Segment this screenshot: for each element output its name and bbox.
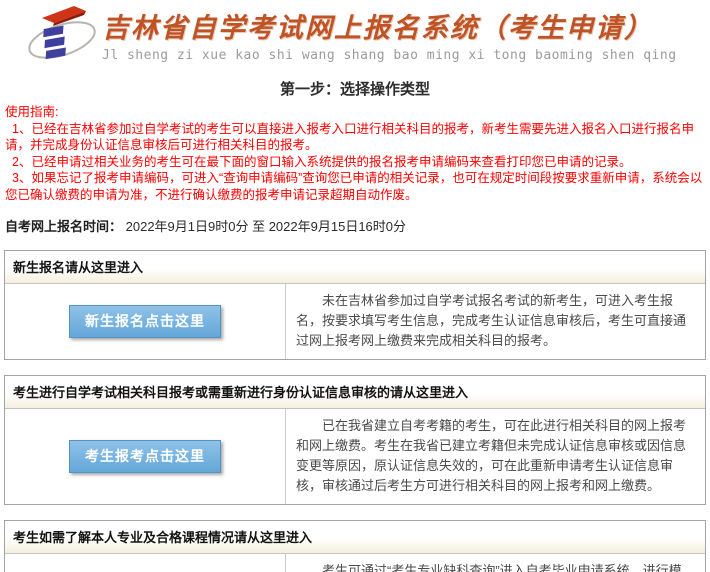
section-new-student-description: 未在吉林省参加过自学考试报名考试的新考生，可进入考生报名，按要求填写考生信息，完… <box>296 291 693 351</box>
registration-time: 自考网上报名时间： 2022年9月1日9时0分 至 2022年9月15日16时0… <box>0 216 710 235</box>
usage-guide: 使用指南: 1、已经在吉林省参加过自学考试的考生可以直接进入报考入口进行相关科目… <box>0 104 710 203</box>
section-new-student: 新生报名请从这里进入 新生报名点击这里 未在吉林省参加过自学考试报名考试的新考生… <box>4 250 706 360</box>
section-candidate-exam-button-cell: 考生报考点击这里 <box>5 409 286 504</box>
section-new-student-button-cell: 新生报名点击这里 <box>5 284 286 359</box>
jilin-zikao-logo-icon <box>24 2 100 70</box>
page: 吉林省自学考试网上报名系统（考生申请） Jl sheng zi xue kao … <box>0 0 710 572</box>
site-title-pinyin: Jl sheng zi xue kao shi wang shang bao m… <box>102 48 677 63</box>
site-title: 吉林省自学考试网上报名系统（考生申请） <box>102 6 677 45</box>
candidate-exam-register-button[interactable]: 考生报考点击这里 <box>69 440 221 473</box>
header: 吉林省自学考试网上报名系统（考生申请） Jl sheng zi xue kao … <box>0 0 710 70</box>
section-queries: 考生如需了解本人专业及合格课程情况请从这里进入 考生专业缺科查询 考生可通过“考… <box>4 520 706 572</box>
section-candidate-exam-description-cell: 已在我省建立自考考籍的考生，可在此进行相关科目的网上报考和网上缴费。考生在我省已… <box>286 409 705 504</box>
usage-guide-item: 2、已经申请过相关业务的考生可在最下面的窗口输入系统提供的报名报考申请编码来查看… <box>5 154 705 171</box>
usage-guide-heading: 使用指南: <box>5 104 705 121</box>
query-missing-subjects-description-cell: 考生可通过“考生专业缺科查询”进入自考毕业申请系统，进行模拟毕业申请来了解所学专… <box>286 554 705 572</box>
section-candidate-exam-heading: 考生进行自学考试相关科目报考或需重新进行身份认证信息审核的请从这里进入 <box>5 376 705 409</box>
section-new-student-description-cell: 未在吉林省参加过自学考试报名考试的新考生，可进入考生报名，按要求填写考生信息，完… <box>286 284 705 359</box>
query-missing-subjects-description: 考生可通过“考生专业缺科查询”进入自考毕业申请系统，进行模拟毕业申请来了解所学专… <box>296 561 693 572</box>
query-row-missing-subjects: 考生专业缺科查询 考生可通过“考生专业缺科查询”进入自考毕业申请系统，进行模拟毕… <box>5 554 705 572</box>
step-title: 第一步：选择操作类型 <box>0 78 710 99</box>
section-candidate-exam: 考生进行自学考试相关科目报考或需重新进行身份认证信息审核的请从这里进入 考生报考… <box>4 375 706 505</box>
site-titles: 吉林省自学考试网上报名系统（考生申请） Jl sheng zi xue kao … <box>102 6 677 63</box>
usage-guide-item: 3、如果忘记了报考申请编码，可进入“查询申请编码”查询您已申请的相关记录，也可在… <box>5 170 705 203</box>
query-missing-subjects-cell: 考生专业缺科查询 <box>5 554 286 572</box>
section-candidate-exam-description: 已在我省建立自考考籍的考生，可在此进行相关科目的网上报考和网上缴费。考生在我省已… <box>296 416 693 496</box>
new-student-register-button[interactable]: 新生报名点击这里 <box>69 305 221 338</box>
section-new-student-heading: 新生报名请从这里进入 <box>5 251 705 284</box>
registration-time-label: 自考网上报名时间： <box>5 219 122 234</box>
usage-guide-item: 1、已经在吉林省参加过自学考试的考生可以直接进入报考入口进行相关科目的报考，新考… <box>5 121 705 154</box>
registration-time-value: 2022年9月1日9时0分 至 2022年9月15日16时0分 <box>126 219 406 234</box>
section-queries-heading: 考生如需了解本人专业及合格课程情况请从这里进入 <box>5 521 705 554</box>
